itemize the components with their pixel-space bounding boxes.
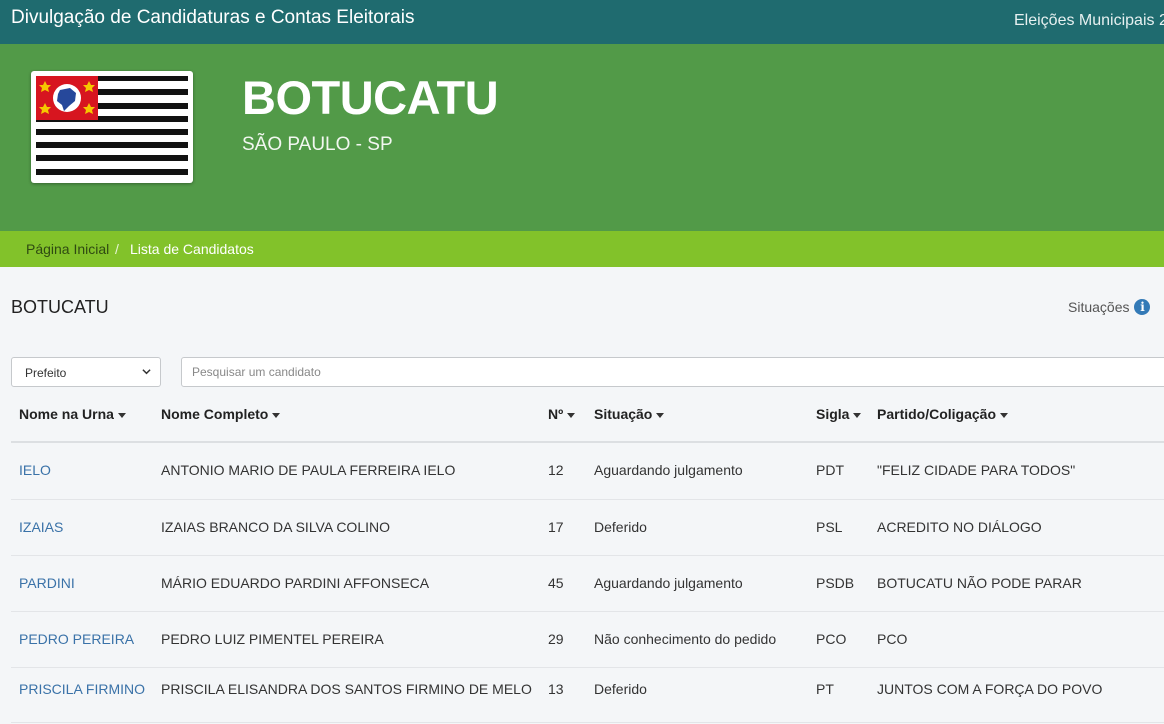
party-acronym: PSDB: [816, 575, 855, 591]
sort-caret-icon: [117, 412, 126, 418]
coalition-name: BOTUCATU NÃO PODE PARAR: [877, 575, 1082, 591]
table-row: IZAIAS IZAIAS BRANCO DA SILVA COLINO 17 …: [11, 500, 1164, 556]
table-row: PEDRO PEREIRA PEDRO LUIZ PIMENTEL PEREIR…: [11, 612, 1164, 668]
party-acronym: PT: [816, 681, 834, 697]
party-acronym: PDT: [816, 462, 844, 478]
candidate-status: Aguardando julgamento: [594, 462, 743, 478]
sort-partido[interactable]: Partido/Coligação: [877, 406, 1009, 422]
candidate-link[interactable]: PEDRO PEREIRA: [19, 631, 134, 647]
breadcrumb: Página Inicial / Lista de Candidatos: [0, 231, 1164, 267]
search-input[interactable]: [181, 357, 1164, 387]
candidate-link[interactable]: IELO: [19, 462, 51, 478]
candidate-number: 45: [548, 575, 564, 591]
candidate-link[interactable]: PARDINI: [19, 575, 75, 591]
sort-caret-icon: [272, 412, 281, 418]
breadcrumb-home-link[interactable]: Página Inicial: [26, 241, 109, 257]
situacoes-link[interactable]: Situações i: [1068, 299, 1151, 315]
sort-caret-icon: [656, 412, 665, 418]
table-header: Nome na Urna Nome Completo Nº Situação S…: [11, 395, 1164, 443]
table-row: PRISCILA FIRMINO PRISCILA ELISANDRA DOS …: [11, 668, 1164, 723]
table-row: PARDINI MÁRIO EDUARDO PARDINI AFFONSECA …: [11, 556, 1164, 612]
sort-nome-urna[interactable]: Nome na Urna: [19, 406, 126, 422]
candidate-link[interactable]: PRISCILA FIRMINO: [19, 681, 145, 697]
candidate-link[interactable]: IZAIAS: [19, 519, 63, 535]
full-name: ANTONIO MARIO DE PAULA FERREIRA IELO: [161, 462, 456, 478]
sort-numero[interactable]: Nº: [548, 406, 576, 422]
party-acronym: PSL: [816, 519, 843, 535]
candidate-status: Deferido: [594, 519, 647, 535]
page-title: BOTUCATU: [11, 297, 109, 317]
state-name: SÃO PAULO - SP: [242, 134, 393, 155]
full-name: PRISCILA ELISANDRA DOS SANTOS FIRMINO DE…: [161, 681, 532, 697]
table-row: IELO ANTONIO MARIO DE PAULA FERREIRA IEL…: [11, 443, 1164, 500]
sort-sigla[interactable]: Sigla: [816, 406, 862, 422]
site-title[interactable]: Divulgação de Candidaturas e Contas Elei…: [11, 7, 414, 29]
office-select-value: Prefeito: [25, 366, 67, 380]
coalition-name: JUNTOS COM A FORÇA DO POVO: [877, 681, 1103, 697]
city-name: BOTUCATU: [242, 71, 499, 124]
office-select[interactable]: Prefeito: [11, 357, 161, 387]
coalition-name: ACREDITO NO DIÁLOGO: [877, 519, 1042, 535]
party-acronym: PCO: [816, 631, 847, 647]
coalition-name: PCO: [877, 631, 908, 647]
top-bar: Divulgação de Candidaturas e Contas Elei…: [0, 0, 1164, 44]
flag-icon: [31, 71, 193, 183]
candidate-number: 29: [548, 631, 564, 647]
breadcrumb-separator: /: [115, 241, 119, 257]
sort-caret-icon: [853, 412, 862, 418]
candidate-status: Não conhecimento do pedido: [594, 631, 777, 647]
coalition-name: "FELIZ CIDADE PARA TODOS": [877, 462, 1076, 478]
candidate-number: 12: [548, 462, 564, 478]
candidate-status: Aguardando julgamento: [594, 575, 743, 591]
full-name: IZAIAS BRANCO DA SILVA COLINO: [161, 519, 390, 535]
full-name: PEDRO LUIZ PIMENTEL PEREIRA: [161, 631, 384, 647]
city-header: BOTUCATU SÃO PAULO - SP: [0, 44, 1164, 231]
situacoes-label: Situações: [1068, 299, 1130, 315]
candidate-status: Deferido: [594, 681, 647, 697]
sort-nome-completo[interactable]: Nome Completo: [161, 406, 281, 422]
sort-situacao[interactable]: Situação: [594, 406, 665, 422]
info-icon[interactable]: i: [1134, 299, 1151, 315]
full-name: MÁRIO EDUARDO PARDINI AFFONSECA: [161, 575, 430, 591]
candidate-number: 17: [548, 519, 564, 535]
sort-caret-icon: [1000, 412, 1009, 418]
election-selector[interactable]: Eleições Municipais 2020: [1014, 12, 1164, 30]
candidate-number: 13: [548, 681, 564, 697]
breadcrumb-current: Lista de Candidatos: [130, 241, 254, 257]
sort-caret-icon: [567, 412, 576, 418]
chevron-down-icon: [142, 369, 151, 375]
